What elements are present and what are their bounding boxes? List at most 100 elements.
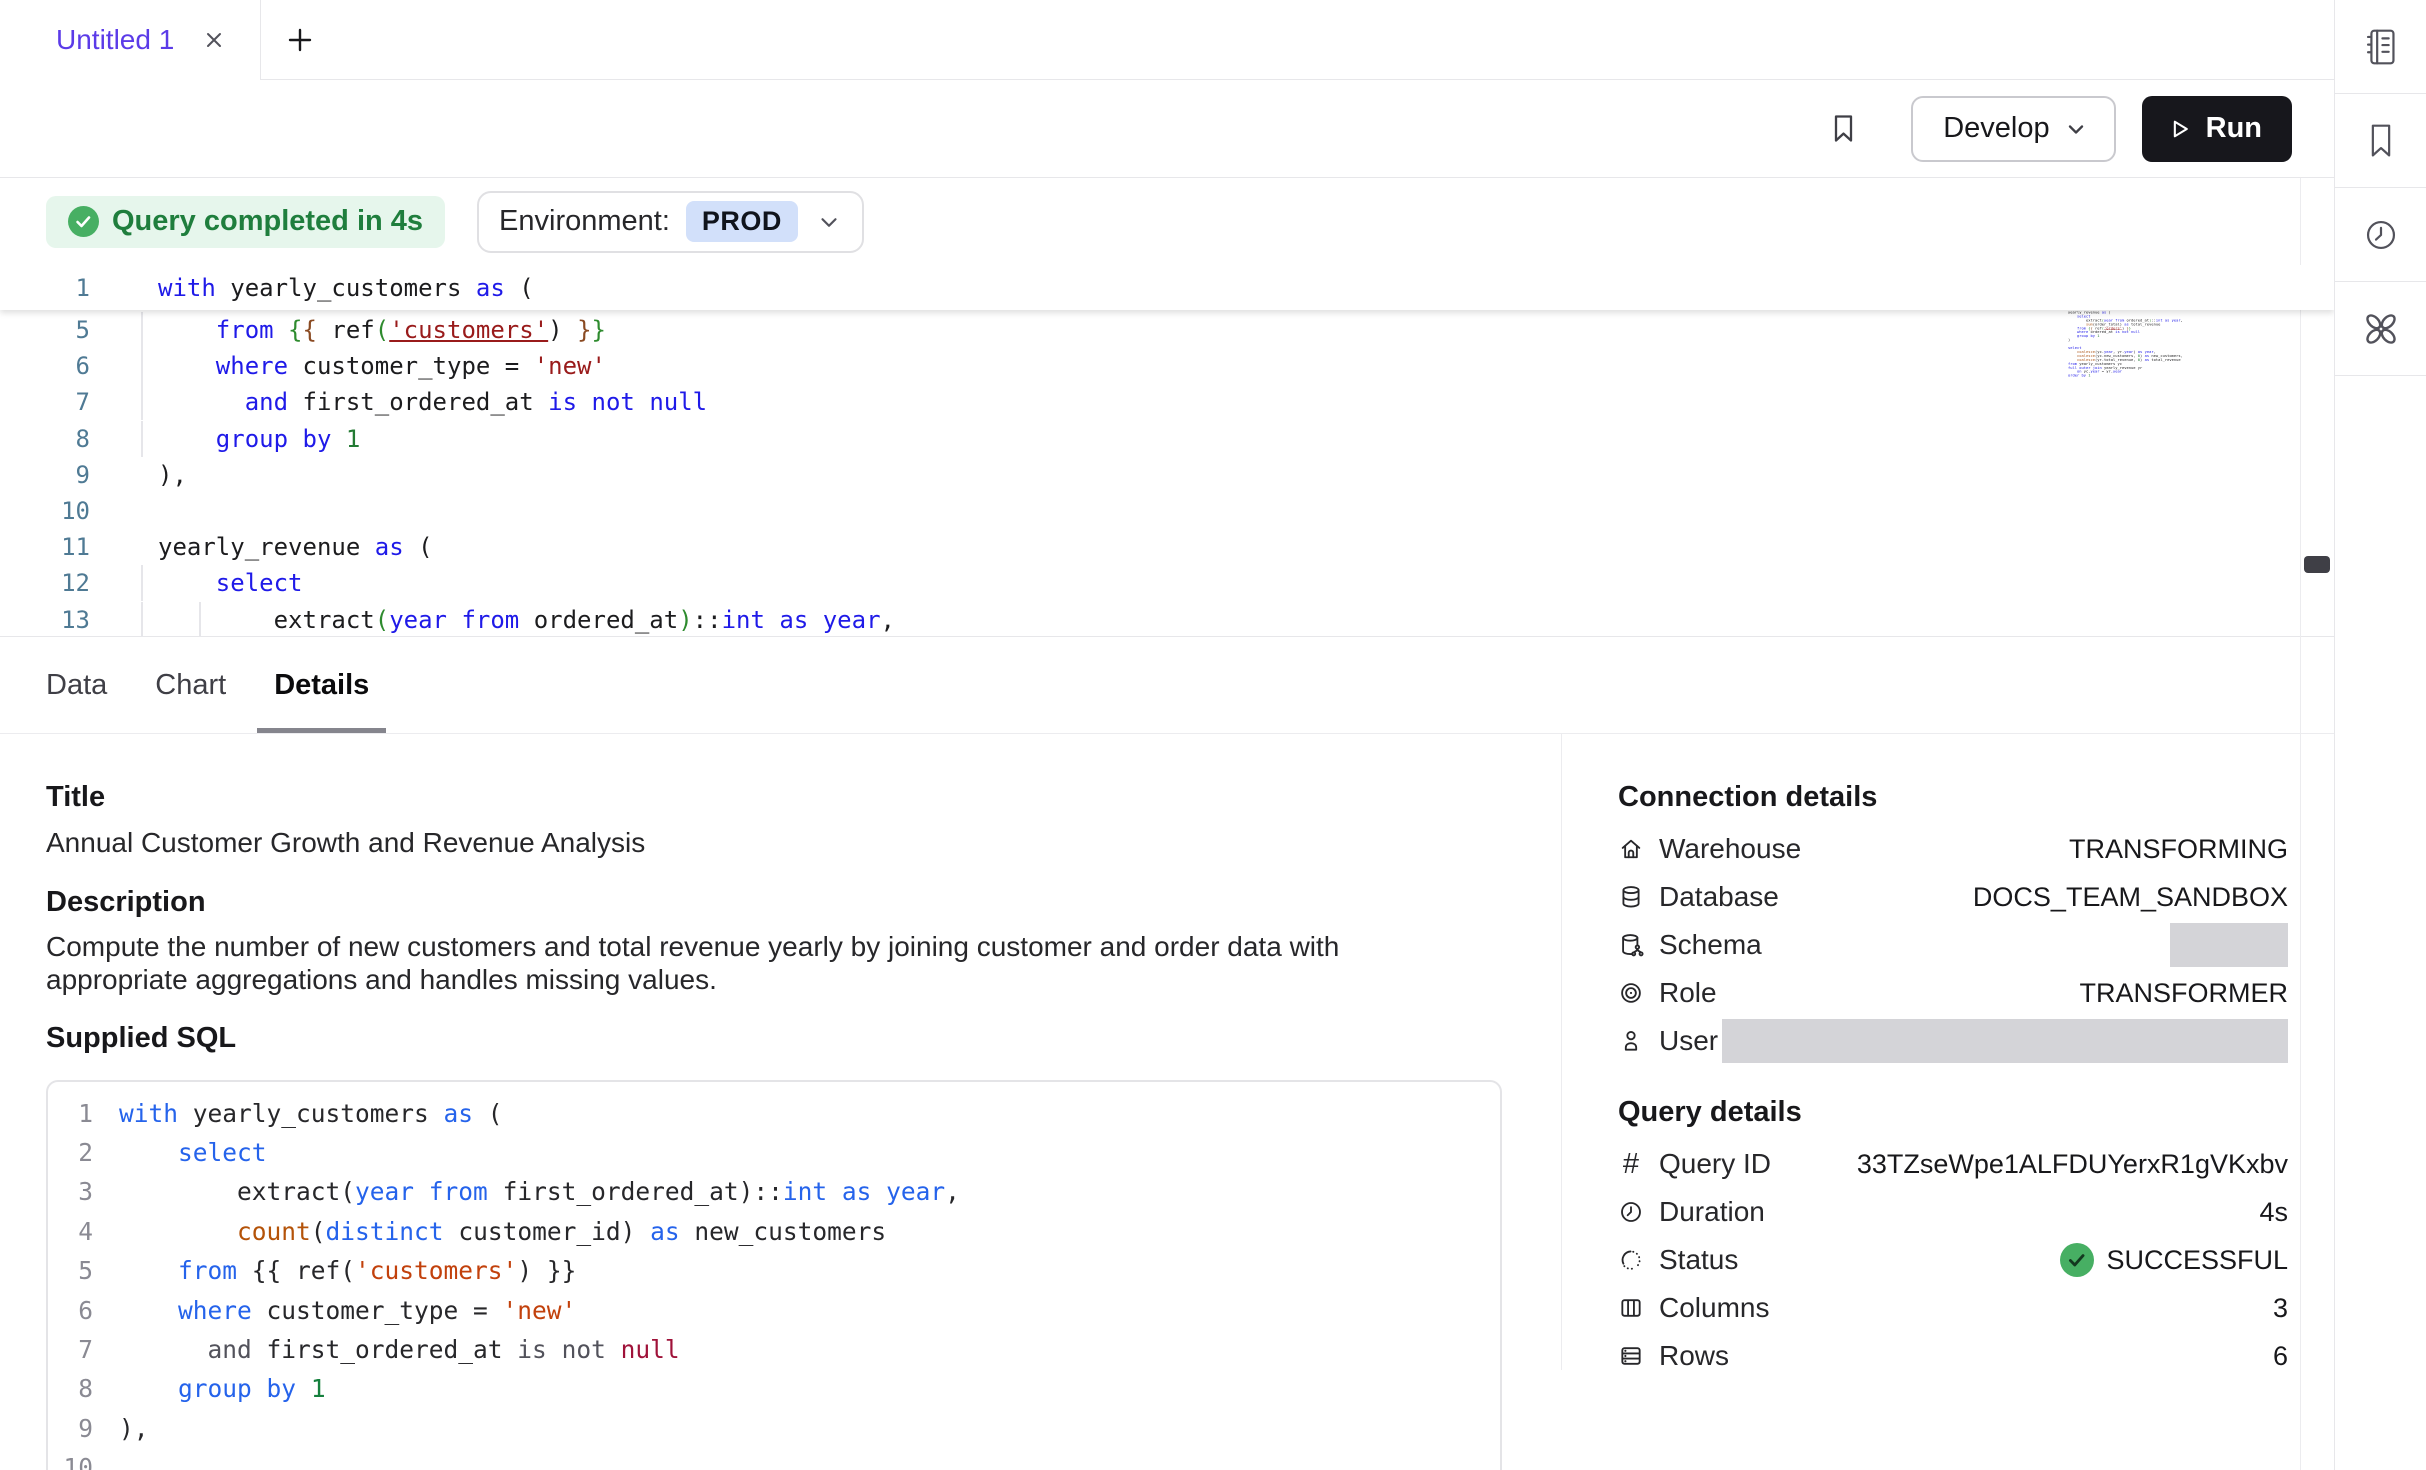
schema-icon <box>1618 932 1644 958</box>
title-heading: Title <box>46 780 1561 814</box>
code-text: select <box>93 1138 267 1167</box>
row-value: SUCCESSFUL <box>2060 1243 2288 1277</box>
editor-line[interactable]: 9), <box>0 457 2334 493</box>
line-number: 13 <box>0 606 90 634</box>
line-number: 6 <box>0 352 90 380</box>
detail-row-database: DatabaseDOCS_TEAM_SANDBOX <box>1618 873 2288 921</box>
description-heading: Description <box>46 885 1561 919</box>
editor-line[interactable]: 12 select <box>0 565 2334 601</box>
editor-line[interactable]: 11yearly_revenue as ( <box>0 529 2334 565</box>
detail-row-user: User <box>1618 1017 2288 1065</box>
clock-icon <box>1618 1199 1644 1225</box>
editor-line[interactable]: 10 <box>0 493 2334 529</box>
code-text: from {{ ref('customers') }} <box>93 1256 576 1285</box>
sidebar-item-lineage[interactable] <box>2335 282 2426 376</box>
sidebar-item-notebook[interactable] <box>2335 0 2426 94</box>
lineage-icon <box>2358 306 2404 352</box>
sql-line: 9), <box>48 1409 1500 1448</box>
line-number: 8 <box>0 425 90 453</box>
environment-selector[interactable]: Environment: PROD <box>477 191 864 253</box>
results-tab-bar: DataChartDetails <box>0 637 2334 734</box>
query-status-badge: Query completed in 4s <box>46 196 445 248</box>
editor-sticky-line[interactable]: 1with yearly_customers as ( <box>0 265 2334 310</box>
run-button[interactable]: Run <box>2142 96 2292 162</box>
row-label: Rows <box>1659 1340 1729 1372</box>
sql-line: 1with yearly_customers as ( <box>48 1094 1500 1133</box>
code-text: select <box>90 569 303 597</box>
title-text: Annual Customer Growth and Revenue Analy… <box>46 826 1561 860</box>
results-tab-details[interactable]: Details <box>257 637 386 733</box>
connection-details-heading: Connection details <box>1618 780 2288 814</box>
environment-value-pill: PROD <box>686 201 798 242</box>
line-number: 10 <box>0 497 90 525</box>
line-number: 9 <box>48 1414 93 1443</box>
line-number: 10 <box>48 1453 93 1470</box>
status-row: Query completed in 4s Environment: PROD <box>0 178 2334 265</box>
code-text: extract(year from ordered_at)::int as ye… <box>90 606 895 634</box>
sql-line: 7 and first_ordered_at is not null <box>48 1330 1500 1369</box>
row-label: Columns <box>1659 1292 1769 1324</box>
detail-row-role: RoleTRANSFORMER <box>1618 969 2288 1017</box>
sql-editor[interactable]: 1with yearly_customers as (5 from {{ ref… <box>0 265 2334 637</box>
results-tab-chart[interactable]: Chart <box>138 637 243 733</box>
editor-line[interactable]: 6 where customer_type = 'new' <box>0 348 2334 384</box>
develop-dropdown[interactable]: Develop <box>1911 96 2115 162</box>
redacted-value <box>1722 1019 2288 1063</box>
code-text: and first_ordered_at is not null <box>93 1335 680 1364</box>
database-icon <box>1618 884 1644 910</box>
row-label: Database <box>1659 881 1779 913</box>
editor-lines: 1with yearly_customers as (5 from {{ ref… <box>0 265 2334 637</box>
sql-line: 8 group by 1 <box>48 1369 1500 1408</box>
environment-label: Environment: <box>499 205 670 238</box>
line-number: 6 <box>48 1296 93 1325</box>
row-value: 3 <box>2273 1293 2288 1324</box>
line-number: 9 <box>0 461 90 489</box>
editor-line[interactable]: 7 and first_ordered_at is not null <box>0 384 2334 420</box>
details-panel: Title Annual Customer Growth and Revenue… <box>0 734 2334 1370</box>
detail-row-columns: Columns 3 <box>1618 1284 2288 1332</box>
line-number: 2 <box>48 1138 93 1167</box>
develop-label: Develop <box>1943 112 2049 145</box>
role-icon <box>1618 980 1644 1006</box>
scrollbar-thumb[interactable] <box>2304 556 2330 573</box>
notebook-icon <box>2358 24 2404 70</box>
editor-line[interactable]: 13 extract(year from ordered_at)::int as… <box>0 602 2334 638</box>
bookmark-button[interactable] <box>1828 112 1859 145</box>
sql-line: 5 from {{ ref('customers') }} <box>48 1251 1500 1290</box>
supplied-sql-heading: Supplied SQL <box>46 1021 1561 1055</box>
row-value: 33TZseWpe1ALFDUYerxR1gVKxbv <box>1857 1149 2288 1180</box>
line-number: 3 <box>48 1177 93 1206</box>
row-label: Status <box>1659 1244 1738 1276</box>
tab-untitled-1[interactable]: Untitled 1 <box>0 0 261 79</box>
row-value: TRANSFORMER <box>2080 978 2289 1009</box>
sidebar-item-history[interactable] <box>2335 188 2426 282</box>
sidebar-item-bookmark[interactable] <box>2335 94 2426 188</box>
description-text: Compute the number of new customers and … <box>46 930 1466 997</box>
tab-label: Untitled 1 <box>56 24 174 56</box>
query-details-heading: Query details <box>1618 1095 2288 1129</box>
row-label: User <box>1659 1025 1718 1057</box>
detail-row-query-id: #Query ID33TZseWpe1ALFDUYerxR1gVKxbv <box>1618 1140 2288 1188</box>
code-text: ), <box>93 1414 149 1443</box>
detail-row-rows: Rows6 <box>1618 1332 2288 1380</box>
line-number: 5 <box>0 316 90 344</box>
supplied-sql-block: 1with yearly_customers as (2 select3 ext… <box>46 1080 1502 1470</box>
toolbar: Develop Run <box>0 80 2334 178</box>
new-tab-button[interactable] <box>261 0 339 79</box>
line-number: 11 <box>0 533 90 561</box>
editor-line[interactable]: 8 group by 1 <box>0 421 2334 457</box>
line-number: 12 <box>0 569 90 597</box>
code-text: group by 1 <box>90 425 360 453</box>
bookmark-icon <box>1828 112 1859 145</box>
warehouse-icon <box>1618 836 1644 862</box>
line-number: 1 <box>48 1099 93 1128</box>
close-tab-icon[interactable] <box>202 28 226 52</box>
results-tab-data[interactable]: Data <box>29 637 124 733</box>
editor-line[interactable]: 5 from {{ ref('customers') }} <box>0 312 2334 348</box>
scrollbar-track[interactable] <box>2300 178 2334 1470</box>
history-icon <box>2358 212 2404 258</box>
detail-row-duration: Duration4s <box>1618 1188 2288 1236</box>
code-text: count(distinct customer_id) as new_custo… <box>93 1217 886 1246</box>
chevron-down-icon <box>2064 117 2088 141</box>
code-text: where customer_type = 'new' <box>93 1296 576 1325</box>
